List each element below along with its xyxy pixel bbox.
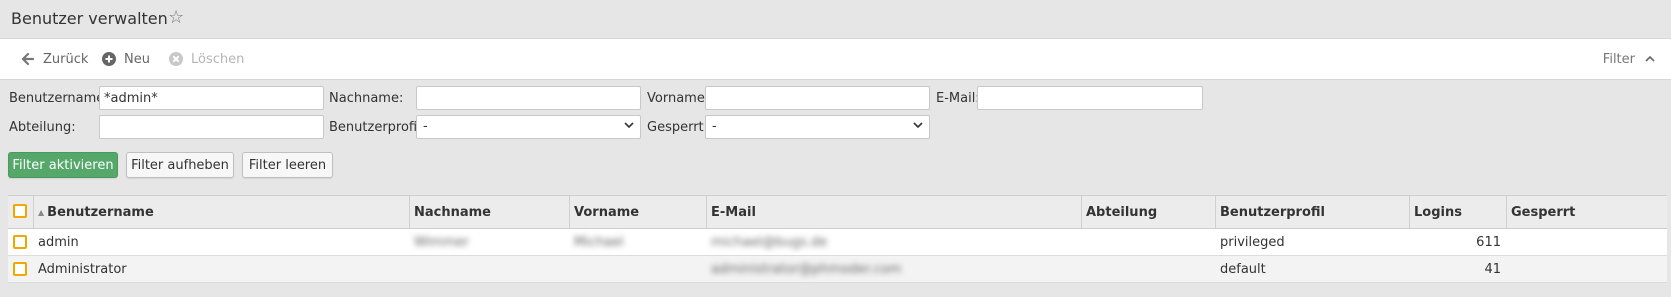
delete-label: Löschen (191, 51, 245, 67)
column-header-department[interactable]: Abteilung (1082, 196, 1216, 228)
cell-logins: 41 (1484, 261, 1501, 277)
back-label: Zurück (43, 51, 89, 67)
column-header-lastname[interactable]: Nachname (410, 196, 570, 228)
new-button[interactable]: Neu (101, 39, 150, 79)
cell-department (1082, 256, 1216, 282)
back-button[interactable]: Zurück (20, 39, 88, 79)
arrow-left-icon (20, 51, 36, 67)
email-filter-label: E-Mail: (936, 91, 980, 106)
table-header: ▲ Benutzername Nachname Vorname E-Mail A… (8, 196, 1667, 229)
cell-email: administrator@phmoder.com (711, 261, 902, 277)
chevron-up-icon (1645, 53, 1655, 66)
cell-logins: 611 (1476, 234, 1501, 250)
column-label: Logins (1414, 204, 1462, 220)
cell-email: michael@bugs.de (711, 234, 828, 250)
department-filter-input[interactable] (99, 115, 324, 139)
cell-department (1082, 229, 1216, 255)
cell-lastname (410, 256, 570, 282)
column-header-email[interactable]: E-Mail (707, 196, 1082, 228)
cell-profile: default (1220, 261, 1266, 277)
cell-username: Administrator (38, 261, 127, 277)
column-label: Nachname (414, 204, 492, 220)
apply-filter-button[interactable]: Filter aktivieren (8, 152, 118, 178)
cell-locked (1507, 256, 1667, 282)
locked-filter-select[interactable]: - (705, 115, 930, 139)
page-title: Benutzer verwalten (11, 9, 168, 28)
user-table: ▲ Benutzername Nachname Vorname E-Mail A… (8, 195, 1667, 283)
cell-firstname (570, 256, 707, 282)
column-header-firstname[interactable]: Vorname (570, 196, 707, 228)
cell-locked (1507, 229, 1667, 255)
filter-panel: Benutzername: Nachname: Vorname: E-Mail:… (0, 80, 1671, 200)
chevron-down-icon (624, 118, 634, 135)
select-all-cell (8, 196, 34, 228)
table-row[interactable]: admin Wimmer Michael michael@bugs.de pri… (8, 229, 1667, 256)
column-header-username[interactable]: ▲ Benutzername (34, 196, 410, 228)
column-label: Abteilung (1086, 204, 1158, 220)
column-label: E-Mail (711, 204, 756, 220)
cell-firstname: Michael (574, 234, 624, 250)
username-filter-input[interactable] (99, 86, 324, 110)
department-filter-label: Abteilung: (9, 120, 76, 135)
filter-toggle[interactable]: Filter (1603, 39, 1655, 79)
lastname-filter-label: Nachname: (329, 91, 404, 106)
profile-filter-select[interactable]: - (416, 115, 641, 139)
title-bar: Benutzer verwalten ☆ (0, 0, 1671, 39)
column-label: Vorname (574, 204, 640, 220)
locked-filter-value: - (712, 119, 717, 134)
plus-circle-icon (101, 51, 117, 67)
email-filter-input[interactable] (977, 86, 1203, 110)
sort-ascending-icon: ▲ (38, 207, 45, 217)
filter-label: Filter (1602, 51, 1635, 67)
cell-lastname: Wimmer (414, 234, 469, 250)
cell-profile: privileged (1220, 234, 1285, 250)
table-row[interactable]: Administrator administrator@phmoder.com … (8, 256, 1667, 283)
cell-username: admin (38, 234, 79, 250)
row-checkbox[interactable] (13, 262, 27, 276)
column-header-locked[interactable]: Gesperrt (1507, 196, 1667, 228)
firstname-filter-input[interactable] (705, 86, 930, 110)
close-circle-icon (168, 51, 184, 67)
column-label: Benutzername (47, 204, 154, 220)
clear-filter-button[interactable]: Filter aufheben (126, 152, 234, 178)
chevron-down-icon (913, 118, 923, 135)
profile-filter-label: Benutzerprofil: (329, 120, 426, 135)
select-all-checkbox[interactable] (13, 204, 27, 218)
locked-filter-label: Gesperrt: (647, 120, 709, 135)
username-filter-label: Benutzername: (9, 91, 109, 106)
firstname-filter-label: Vorname: (647, 91, 710, 106)
delete-button[interactable]: Löschen (168, 39, 244, 79)
column-header-logins[interactable]: Logins (1410, 196, 1507, 228)
column-label: Benutzerprofil (1220, 204, 1325, 220)
row-checkbox[interactable] (13, 235, 27, 249)
toolbar: Zurück Neu Löschen Filter (0, 39, 1671, 80)
column-header-profile[interactable]: Benutzerprofil (1216, 196, 1410, 228)
profile-filter-value: - (423, 119, 428, 134)
lastname-filter-input[interactable] (416, 86, 641, 110)
new-label: Neu (124, 51, 150, 67)
star-outline-icon[interactable]: ☆ (168, 7, 184, 28)
column-label: Gesperrt (1511, 204, 1576, 220)
empty-filter-button[interactable]: Filter leeren (242, 152, 333, 178)
